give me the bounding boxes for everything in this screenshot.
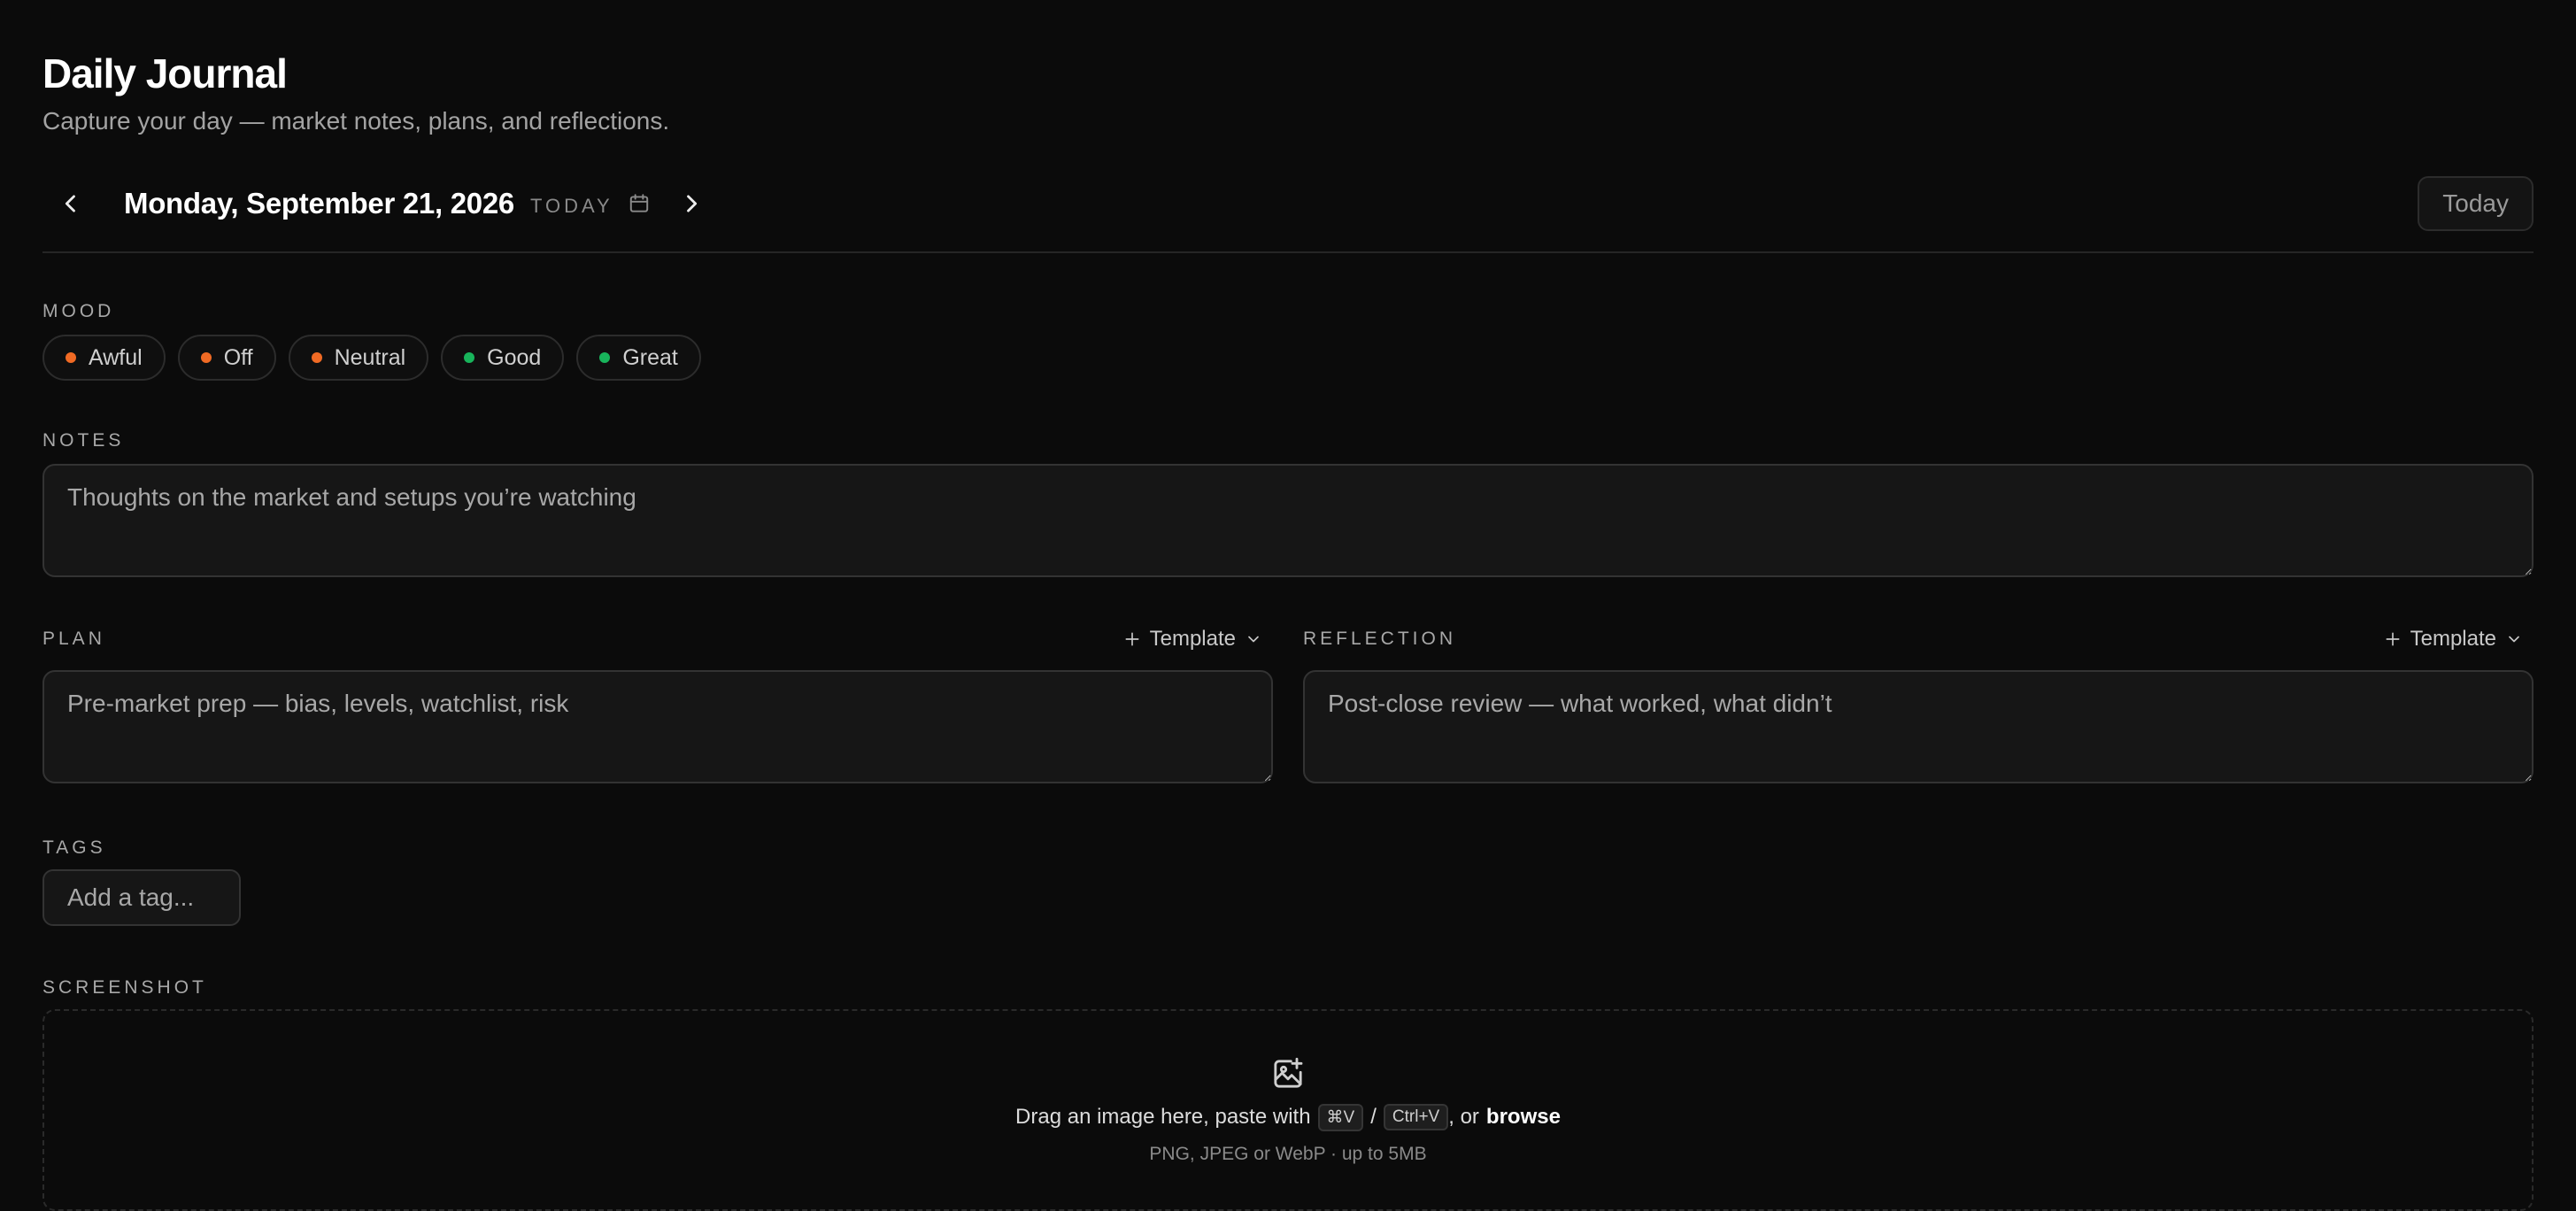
plus-icon [2386, 632, 2400, 646]
mood-chip-off[interactable]: Off [177, 335, 276, 381]
plan-template-label: Template [1149, 627, 1236, 651]
browse-link[interactable]: browse [1486, 1105, 1561, 1130]
tag-input[interactable] [42, 869, 241, 926]
screenshot-dropzone[interactable]: Drag an image here, paste with ⌘V / Ctrl… [42, 1009, 2534, 1211]
chevron-left-icon [65, 195, 75, 212]
dropzone-instructions: Drag an image here, paste with ⌘V / Ctrl… [1015, 1103, 1561, 1131]
mood-chip-label: Good [487, 344, 542, 370]
reflection-label: REFLECTION [1303, 629, 1457, 649]
mood-label: MOOD [42, 301, 115, 321]
plus-icon [1125, 632, 1139, 646]
drop-text-part-2: , or [1448, 1105, 1479, 1129]
notes-textarea[interactable] [42, 464, 2534, 577]
calendar-button[interactable] [628, 191, 652, 216]
mood-dot [599, 352, 611, 363]
next-day-button[interactable] [663, 175, 720, 232]
mood-chip-label: Off [223, 344, 253, 370]
notes-section: NOTES [42, 430, 2534, 582]
calendar-icon [629, 194, 648, 212]
mood-chip-label: Great [622, 344, 678, 370]
tags-label: TAGS [42, 837, 106, 858]
mood-chip-neutral[interactable]: Neutral [288, 335, 429, 381]
page-subtitle: Capture your day — market notes, plans, … [42, 107, 670, 135]
plan-section: PLAN Template [42, 626, 1273, 788]
date-navigation: Monday, September 21, 2026 TODAY Today [42, 168, 2534, 253]
paste-key-mac: ⌘V [1317, 1103, 1364, 1131]
reflection-section: REFLECTION Template [1303, 626, 2534, 788]
mood-dot [464, 352, 475, 363]
paste-key-win: Ctrl+V [1383, 1104, 1449, 1130]
mood-dot [200, 352, 212, 363]
chevron-right-icon [686, 195, 697, 212]
reflection-template-button[interactable]: Template [2384, 627, 2534, 652]
today-button[interactable]: Today [2418, 176, 2534, 231]
mood-dot [66, 352, 76, 363]
mood-dot [311, 352, 322, 363]
reflection-header: REFLECTION Template [1303, 626, 2534, 652]
mood-chip-great[interactable]: Great [576, 335, 701, 381]
plan-header: PLAN Template [42, 626, 1273, 652]
prev-day-button[interactable] [42, 175, 99, 232]
plan-reflection-row: PLAN Template REFLECTION Template [42, 626, 2534, 788]
today-indicator: TODAY [529, 195, 613, 217]
chevron-down-icon [2509, 636, 2519, 643]
mood-chip-label: Awful [89, 344, 143, 370]
key-separator: / [1370, 1105, 1377, 1129]
accepted-formats: PNG, JPEG or WebP · up to 5MB [1149, 1143, 1427, 1164]
tags-section: TAGS [42, 837, 2534, 926]
mood-chip-awful[interactable]: Awful [42, 335, 166, 381]
drop-text-part-1: Drag an image here, paste with [1015, 1105, 1311, 1129]
journal-page: Daily Journal Capture your day — market … [0, 0, 2576, 1211]
mood-chip-good[interactable]: Good [441, 335, 565, 381]
chevron-down-icon [1248, 636, 1259, 643]
image-plus-icon [1274, 1057, 1303, 1088]
plan-label: PLAN [42, 629, 105, 649]
page-title: Daily Journal [42, 50, 288, 96]
screenshot-label: SCREENSHOT [42, 977, 207, 998]
plan-template-button[interactable]: Template [1123, 627, 1273, 652]
mood-options: Awful Off Neutral Good Great [42, 335, 2534, 381]
plan-textarea[interactable] [42, 670, 1273, 783]
reflection-textarea[interactable] [1303, 670, 2534, 783]
current-date: Monday, September 21, 2026 [124, 187, 514, 220]
mood-chip-label: Neutral [334, 344, 406, 370]
mood-section: MOOD Awful Off Neutral Good Great [42, 301, 2534, 381]
reflection-template-label: Template [2410, 627, 2496, 651]
notes-label: NOTES [42, 430, 125, 451]
screenshot-section: SCREENSHOT Drag an image here, paste wit… [42, 977, 2534, 1211]
